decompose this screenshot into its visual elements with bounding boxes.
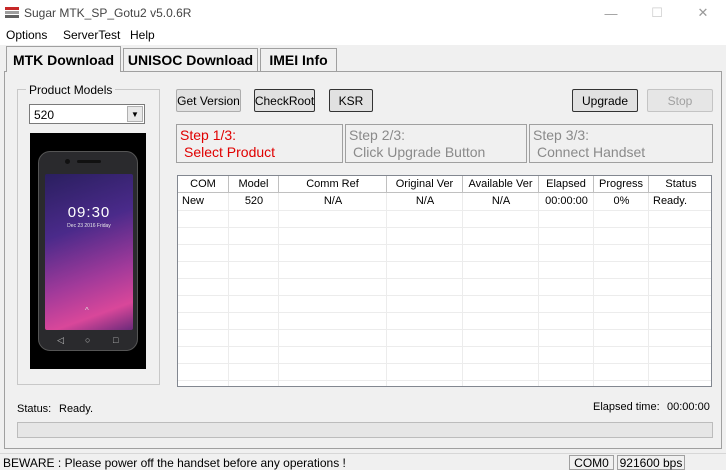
step-2-desc: Click Upgrade Button: [353, 144, 486, 160]
grid-line: [178, 261, 711, 262]
status-value: Ready.: [59, 403, 94, 415]
step-1-desc: Select Product: [184, 144, 276, 160]
check-root-button[interactable]: CheckRoot: [254, 89, 315, 112]
column-header-comm-ref[interactable]: Comm Ref: [279, 176, 387, 193]
step-1-title: Step 1/3:: [180, 127, 237, 143]
step-3-title: Step 3/3:: [533, 127, 590, 143]
beware-message: BEWARE : Please power off the handset be…: [3, 456, 346, 470]
grid-line: [178, 244, 711, 245]
ksr-button[interactable]: KSR: [329, 89, 373, 112]
elapsed-time-label: Elapsed time:: [593, 401, 660, 413]
get-version-button[interactable]: Get Version: [176, 89, 241, 112]
grid-line: [462, 193, 463, 386]
column-header-original-ver[interactable]: Original Ver: [387, 176, 463, 193]
grid-line: [178, 227, 711, 228]
phone-screen: 09:30 Dec 23 2016 Friday ^: [45, 174, 133, 330]
cell-available-ver: N/A: [491, 195, 511, 207]
menu-servertest[interactable]: ServerTest: [63, 28, 120, 42]
camera-icon: [65, 159, 70, 164]
column-header-progress[interactable]: Progress: [594, 176, 649, 193]
cell-original-ver: N/A: [415, 195, 435, 207]
title-bar: Sugar MTK_SP_Gotu2 v5.0.6R — ☐ ✕: [0, 0, 726, 26]
table-header: COM Model Comm Ref Original Ver Availabl…: [178, 176, 711, 193]
step-2-title: Step 2/3:: [349, 127, 406, 143]
home-key-icon: ○: [85, 335, 91, 345]
table-row[interactable]: New 520 N/A N/A N/A 00:00:00 0% Ready.: [178, 193, 711, 210]
step-2-panel: Step 2/3: Click Upgrade Button: [345, 124, 527, 163]
recents-key-icon: □: [113, 335, 119, 345]
column-header-model[interactable]: Model: [229, 176, 279, 193]
column-header-com[interactable]: COM: [178, 176, 229, 193]
cell-comm-ref: N/A: [323, 195, 343, 207]
chevron-up-icon: ^: [85, 306, 89, 315]
grid-line: [593, 193, 594, 386]
port-pane: COM0: [569, 455, 614, 470]
grid-line: [278, 193, 279, 386]
grid-line: [178, 363, 711, 364]
upgrade-button[interactable]: Upgrade: [572, 89, 638, 112]
tab-mtk-download[interactable]: MTK Download: [6, 46, 121, 72]
cell-progress: 0%: [613, 195, 630, 207]
phone-image: 09:30 Dec 23 2016 Friday ^ ◁ ○ □: [30, 133, 146, 369]
cell-status: Ready.: [653, 195, 688, 207]
step-3-panel: Step 3/3: Connect Handset: [529, 124, 713, 163]
status-label: Status:: [17, 403, 52, 415]
phone-date: Dec 23 2016 Friday: [67, 223, 111, 229]
product-model-value: 520: [34, 108, 55, 122]
grid-line: [538, 193, 539, 386]
grid-line: [228, 193, 229, 386]
product-models-label: Product Models: [26, 83, 116, 97]
tab-imei-info[interactable]: IMEI Info: [260, 48, 337, 71]
status-bar: BEWARE : Please power off the handset be…: [0, 453, 726, 470]
menu-help[interactable]: Help: [130, 28, 155, 42]
cell-com: New: [182, 195, 205, 207]
grid-line: [648, 193, 649, 386]
close-button[interactable]: ✕: [680, 0, 726, 26]
cell-model: 520: [244, 195, 264, 207]
grid-line: [178, 346, 711, 347]
menu-options[interactable]: Options: [6, 28, 47, 42]
grid-line: [178, 210, 711, 211]
maximize-button[interactable]: ☐: [634, 0, 680, 26]
app-icon: [4, 5, 20, 21]
column-header-status[interactable]: Status: [649, 176, 711, 193]
back-key-icon: ◁: [57, 335, 64, 345]
window-title: Sugar MTK_SP_Gotu2 v5.0.6R: [24, 6, 192, 20]
tab-unisoc-download[interactable]: UNISOC Download: [123, 48, 258, 71]
product-model-select[interactable]: 520 ▼: [29, 104, 145, 124]
step-3-desc: Connect Handset: [537, 144, 646, 160]
phone-clock: 09:30: [67, 204, 111, 221]
phone-body: 09:30 Dec 23 2016 Friday ^ ◁ ○ □: [38, 151, 138, 351]
grid-line: [178, 295, 711, 296]
grid-line: [178, 312, 711, 313]
chevron-down-icon[interactable]: ▼: [127, 106, 143, 122]
speaker-icon: [77, 160, 101, 163]
menu-bar: Options ServerTest Help: [0, 26, 726, 45]
cell-elapsed: 00:00:00: [545, 195, 588, 207]
column-header-available-ver[interactable]: Available Ver: [463, 176, 539, 193]
step-1-panel: Step 1/3: Select Product: [176, 124, 343, 163]
device-table[interactable]: COM Model Comm Ref Original Ver Availabl…: [177, 175, 712, 387]
baud-pane: 921600 bps: [617, 455, 685, 470]
progress-bar: [17, 422, 713, 438]
grid-line: [178, 278, 711, 279]
grid-line: [178, 380, 711, 381]
minimize-button[interactable]: —: [588, 0, 634, 26]
stop-button[interactable]: Stop: [647, 89, 713, 112]
grid-line: [178, 329, 711, 330]
column-header-elapsed[interactable]: Elapsed: [539, 176, 594, 193]
elapsed-time-value: 00:00:00: [667, 401, 710, 413]
grid-line: [386, 193, 387, 386]
